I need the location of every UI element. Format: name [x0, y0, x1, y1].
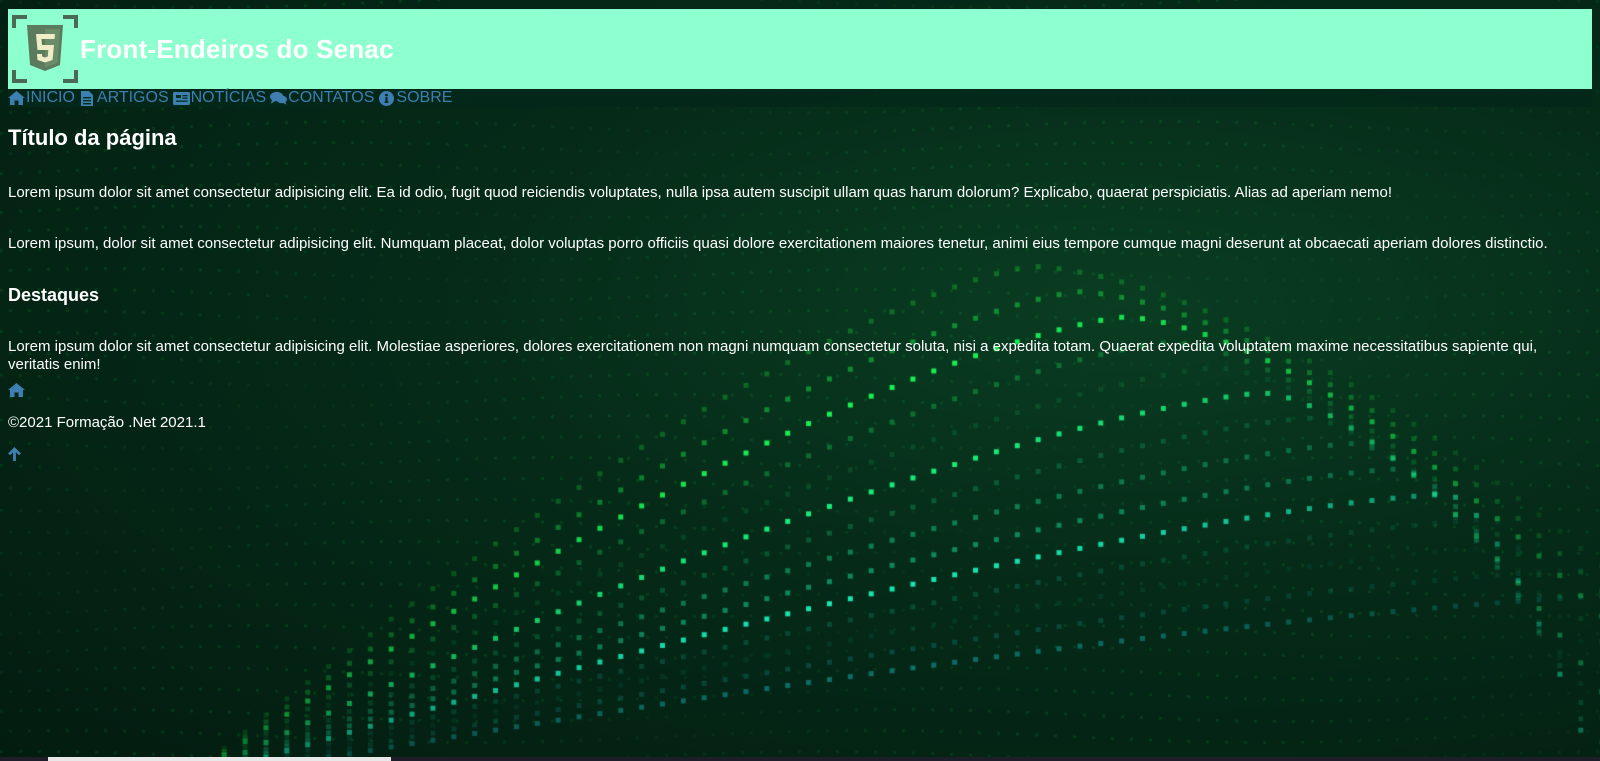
- site-title: Front-Endeiros do Senac: [80, 33, 394, 64]
- home-icon: [8, 90, 25, 106]
- highlights-paragraph: Lorem ipsum dolor sit amet consectetur a…: [8, 338, 1538, 373]
- newspaper-icon: [172, 90, 190, 106]
- nav-item-label: INICIO: [26, 89, 75, 106]
- nav-item-contatos[interactable]: CONTATOS: [270, 89, 374, 107]
- page: Front-Endeiros do Senac INICIO ARTIGOS N…: [0, 0, 1600, 761]
- nav-item-noticias[interactable]: NOTÍCIAS: [172, 89, 267, 107]
- page-title: Título da página: [8, 125, 177, 150]
- nav-item-inicio[interactable]: INICIO: [8, 89, 75, 107]
- nav-item-label: ARTIGOS: [96, 89, 169, 106]
- file-icon: [79, 90, 96, 106]
- main-content: Título da página Lorem ipsum dolor sit a…: [8, 107, 1592, 463]
- back-to-top-link[interactable]: [8, 447, 22, 463]
- nav-item-label: SOBRE: [396, 89, 453, 106]
- site-header: Front-Endeiros do Senac: [8, 9, 1592, 89]
- second-paragraph: Lorem ipsum, dolor sit amet consectetur …: [8, 235, 1548, 252]
- comments-icon: [270, 90, 288, 106]
- main-nav: INICIO ARTIGOS NOTÍCIAS CONTATOS SOBRE: [8, 89, 1592, 107]
- arrow-up-icon: [8, 447, 21, 461]
- home-icon: [8, 383, 25, 397]
- nav-item-label: NOTÍCIAS: [190, 89, 267, 106]
- horizontal-scrollbar[interactable]: [0, 757, 1600, 761]
- nav-item-artigos[interactable]: ARTIGOS: [79, 89, 169, 107]
- footer-home-link[interactable]: [8, 383, 26, 399]
- highlights-heading: Destaques: [8, 285, 100, 305]
- copyright-text: ©2021 Formação .Net 2021.1: [8, 414, 206, 431]
- nav-item-sobre[interactable]: SOBRE: [378, 89, 452, 107]
- intro-paragraph: Lorem ipsum dolor sit amet consectetur a…: [8, 184, 1393, 201]
- scrollbar-thumb[interactable]: [48, 757, 391, 761]
- html5-badge-icon[interactable]: [10, 13, 80, 85]
- info-circle-icon: [378, 90, 395, 106]
- nav-item-label: CONTATOS: [288, 89, 375, 106]
